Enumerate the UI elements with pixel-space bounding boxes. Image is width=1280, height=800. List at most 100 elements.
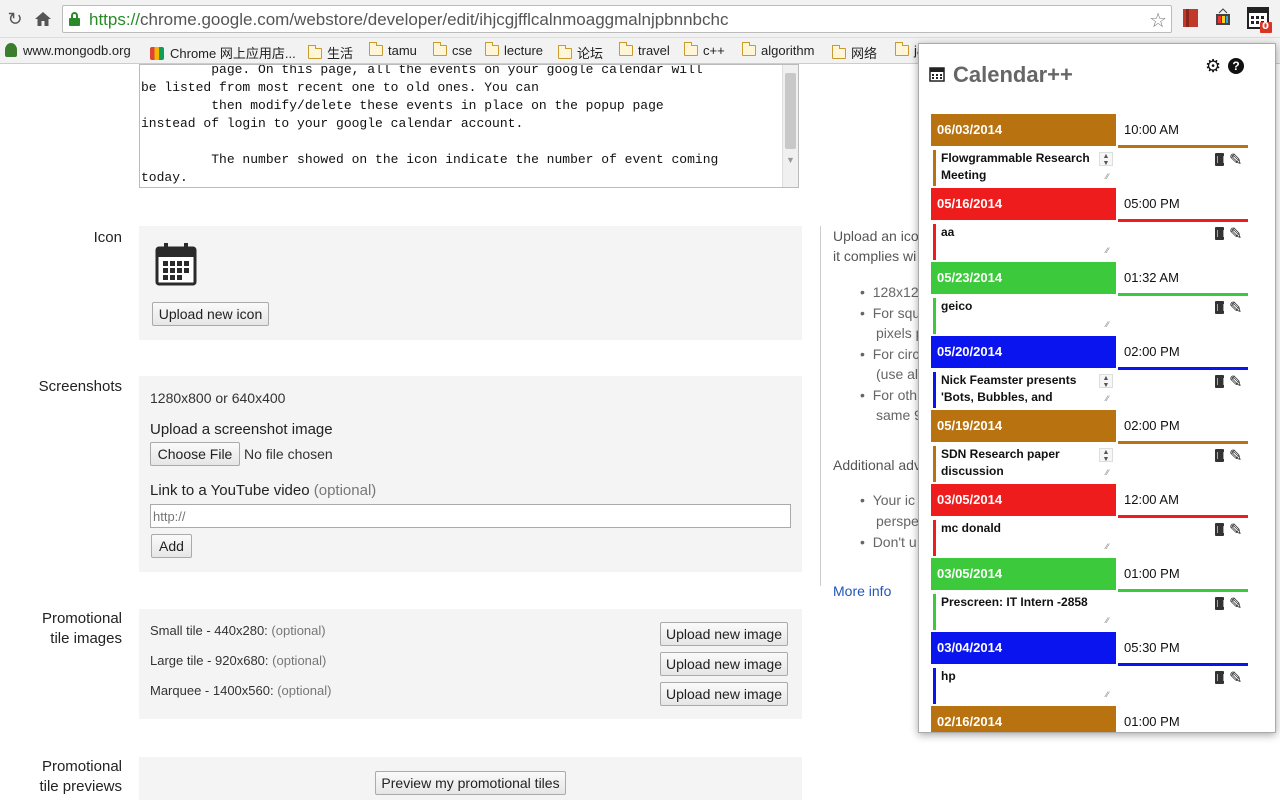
event-date: 05/19/2014 xyxy=(931,410,1116,442)
resize-handle-icon[interactable]: ∕∕ xyxy=(1106,172,1109,181)
scrollbar-thumb[interactable] xyxy=(785,73,796,149)
bookmark-folder-network[interactable]: 网络 xyxy=(831,43,877,62)
home-icon[interactable] xyxy=(32,8,54,30)
bookmark-folder-lecture[interactable]: lecture xyxy=(484,42,543,58)
screenshot-size-hint: 1280x800 or 640x400 xyxy=(150,390,286,406)
event-time-underline xyxy=(1118,515,1248,518)
edit-pencil-icon[interactable]: ✎ xyxy=(1229,520,1242,540)
resize-handle-icon[interactable]: ∕∕ xyxy=(1106,542,1109,551)
bookmark-folder-tamu[interactable]: tamu xyxy=(368,42,417,58)
help-bullet-cont: same 9 xyxy=(876,407,922,423)
help-bullet: • Your ic xyxy=(860,492,915,508)
event-title-textarea[interactable]: Flowgrammable Research Meeting xyxy=(933,150,1103,186)
event-time-underline xyxy=(1118,293,1248,296)
upload-large-tile-button[interactable]: Upload new image xyxy=(660,652,788,676)
mongodb-leaf-icon xyxy=(5,43,17,57)
resize-handle-icon[interactable]: ∕∕ xyxy=(1106,394,1109,403)
event-title-textarea[interactable]: mc donald xyxy=(933,520,1103,556)
resize-handle-icon[interactable]: ∕∕ xyxy=(1106,246,1109,255)
help-icon[interactable]: ? xyxy=(1228,58,1244,74)
help-bullet: • For oth xyxy=(860,387,918,403)
spinner-arrows-icon[interactable]: ▲ ▼ xyxy=(1099,448,1113,463)
spinner-arrows-icon[interactable]: ▲ ▼ xyxy=(1099,152,1113,167)
event-title-textarea[interactable]: SDN Research paper discussion xyxy=(933,446,1103,482)
event-actions: ✎ xyxy=(1215,522,1251,540)
reload-icon[interactable]: ↻ xyxy=(4,8,26,30)
bookmark-extension-icon[interactable] xyxy=(1181,7,1203,31)
upload-marquee-button[interactable]: Upload new image xyxy=(660,682,788,706)
event-item: 03/04/2014 05:30 PM hp ∕∕ ✎ xyxy=(931,632,1249,706)
icon-section-label: Icon xyxy=(93,229,122,246)
bookmark-folder-life[interactable]: 生活 xyxy=(307,43,353,62)
bookmark-folder-cse[interactable]: cse xyxy=(432,42,472,58)
event-title-textarea[interactable]: Nick Feamster presents 'Bots, Bubbles, a… xyxy=(933,372,1103,408)
bookmark-folder-travel[interactable]: travel xyxy=(618,42,670,58)
youtube-optional-text: (optional) xyxy=(313,482,377,499)
event-title-textarea[interactable]: geico xyxy=(933,298,1103,334)
event-list: 06/03/2014 10:00 AM Flowgrammable Research… xyxy=(931,114,1251,732)
edit-pencil-icon[interactable]: ✎ xyxy=(1229,298,1242,318)
edit-pencil-icon[interactable]: ✎ xyxy=(1229,668,1242,688)
preview-promo-tiles-button[interactable]: Preview my promotional tiles xyxy=(375,771,566,795)
edit-pencil-icon[interactable]: ✎ xyxy=(1229,150,1242,170)
more-info-link[interactable]: More info xyxy=(833,583,891,599)
help-divider xyxy=(820,226,821,586)
popup-title: Calendar++ xyxy=(953,62,1073,87)
bookmark-folder-forum[interactable]: 论坛 xyxy=(557,43,603,62)
gear-icon[interactable]: ⚙ xyxy=(1205,56,1221,77)
scroll-down-arrow-icon[interactable]: ▼ xyxy=(786,155,795,165)
tv-extension-icon[interactable] xyxy=(1213,7,1235,31)
calendar-extension-icon[interactable]: 0 xyxy=(1247,6,1273,34)
upload-small-tile-button[interactable]: Upload new image xyxy=(660,622,788,646)
choose-file-button[interactable]: Choose File xyxy=(150,442,240,466)
delete-icon[interactable] xyxy=(1215,375,1224,388)
delete-icon[interactable] xyxy=(1215,523,1224,536)
folder-icon xyxy=(432,42,447,56)
event-time-underline xyxy=(1118,663,1248,666)
event-date: 03/05/2014 xyxy=(931,484,1116,516)
folder-icon xyxy=(741,42,756,56)
delete-icon[interactable] xyxy=(1215,449,1224,462)
resize-handle-icon[interactable]: ∕∕ xyxy=(1106,690,1109,699)
delete-icon[interactable] xyxy=(1215,301,1224,314)
event-actions: ✎ xyxy=(1215,300,1251,318)
delete-icon[interactable] xyxy=(1215,227,1224,240)
bookmark-folder-algorithm[interactable]: algorithm xyxy=(741,42,814,58)
bookmark-folder-cpp[interactable]: c++ xyxy=(683,42,725,58)
resize-handle-icon[interactable]: ∕∕ xyxy=(1106,320,1109,329)
add-video-button[interactable]: Add xyxy=(151,534,192,558)
screenshots-section-box: 1280x800 or 640x400 Upload a screenshot … xyxy=(139,376,802,572)
resize-handle-icon[interactable]: ∕∕ xyxy=(1106,616,1109,625)
upload-icon-button[interactable]: Upload new icon xyxy=(152,302,269,326)
description-textarea[interactable]: page. On this page, all the events on yo… xyxy=(139,64,799,188)
event-item: 06/03/2014 10:00 AM Flowgrammable Research… xyxy=(931,114,1249,188)
event-title-textarea[interactable]: hp xyxy=(933,668,1103,704)
delete-icon[interactable] xyxy=(1215,597,1224,610)
help-bullet: • 128x12 xyxy=(860,284,919,300)
event-item: 02/16/201401:00 PM∕∕✎ xyxy=(931,706,1249,732)
delete-icon[interactable] xyxy=(1215,153,1224,166)
event-time-underline xyxy=(1118,367,1248,370)
event-time: 01:00 PM xyxy=(1124,714,1180,729)
bookmark-star-icon[interactable]: ☆ xyxy=(1149,8,1167,33)
help-bullet-cont: perspe xyxy=(876,513,919,529)
url-text: https://chrome.google.com/webstore/devel… xyxy=(89,10,729,29)
edit-pencil-icon[interactable]: ✎ xyxy=(1229,372,1242,392)
youtube-url-input[interactable] xyxy=(150,504,791,528)
event-time: 05:00 PM xyxy=(1124,196,1180,211)
edit-pencil-icon[interactable]: ✎ xyxy=(1229,594,1242,614)
help-text-line1: Upload an ico xyxy=(833,228,919,244)
event-title-textarea[interactable]: Prescreen: IT Intern -2858 xyxy=(933,594,1103,630)
edit-pencil-icon[interactable]: ✎ xyxy=(1229,446,1242,466)
delete-icon[interactable] xyxy=(1215,671,1224,684)
promo-tiles-box: Small tile - 440x280: (optional) Upload … xyxy=(139,609,802,719)
folder-icon xyxy=(683,42,698,56)
bookmark-chrome-store[interactable]: Chrome 网上应用店... xyxy=(150,43,296,62)
event-title-textarea[interactable]: aa xyxy=(933,224,1103,260)
bookmark-mongodb[interactable]: www.mongodb.org xyxy=(5,43,131,58)
description-scrollbar[interactable]: ▼ xyxy=(782,65,798,187)
address-bar[interactable]: https://chrome.google.com/webstore/devel… xyxy=(62,5,1172,33)
spinner-arrows-icon[interactable]: ▲ ▼ xyxy=(1099,374,1113,389)
resize-handle-icon[interactable]: ∕∕ xyxy=(1106,468,1109,477)
edit-pencil-icon[interactable]: ✎ xyxy=(1229,224,1242,244)
